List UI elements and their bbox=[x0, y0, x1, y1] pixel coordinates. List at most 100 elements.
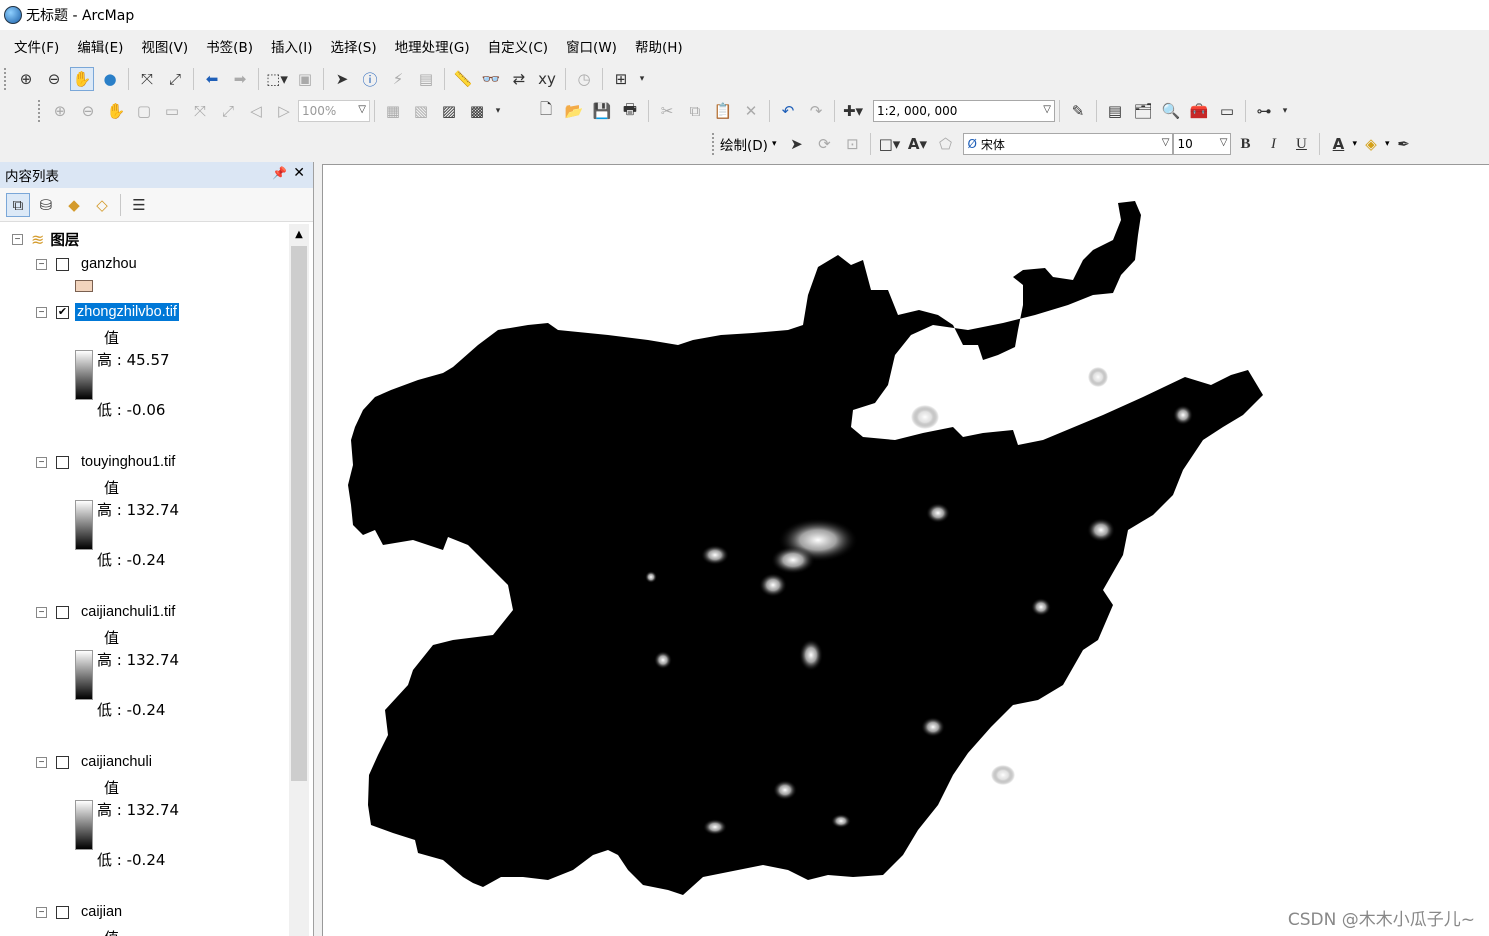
zoom-whole-page-icon[interactable]: ▢ bbox=[132, 99, 156, 123]
forward-arrow-icon[interactable]: ➡ bbox=[228, 67, 252, 91]
collapse-icon[interactable]: − bbox=[36, 456, 47, 468]
python-window-icon[interactable]: ▭ bbox=[1215, 99, 1239, 123]
layer-row-touyinghou1[interactable]: − touyinghou1.tif bbox=[36, 453, 177, 471]
find-route-icon[interactable]: ⇄ bbox=[507, 67, 531, 91]
stretch-color-ramp[interactable] bbox=[75, 500, 93, 550]
scroll-up-icon[interactable]: ▲ bbox=[289, 224, 309, 244]
redo-icon[interactable]: ↷ bbox=[804, 99, 828, 123]
chevron-down-icon[interactable]: ▾ bbox=[1385, 139, 1390, 149]
delete-x-icon[interactable]: ✕ bbox=[739, 99, 763, 123]
collapse-icon[interactable]: − bbox=[36, 606, 47, 618]
stretch-color-ramp[interactable] bbox=[75, 350, 93, 400]
menu-windows[interactable]: 窗口(W) bbox=[566, 36, 627, 56]
zoom-100-icon[interactable]: ▭ bbox=[160, 99, 184, 123]
rotate-icon[interactable]: ⟳ bbox=[812, 132, 836, 156]
layer-row-caijianchuli[interactable]: − caijianchuli bbox=[36, 753, 154, 771]
italic-button[interactable]: I bbox=[1261, 132, 1285, 156]
layer-visibility-checkbox[interactable] bbox=[56, 905, 69, 919]
magnifier-window-icon[interactable]: ⊞ bbox=[609, 67, 633, 91]
zoom-out-icon[interactable]: ⊖ bbox=[42, 67, 66, 91]
chevron-down-icon[interactable]: ▾ bbox=[772, 139, 777, 149]
chevron-down-icon[interactable]: ▾ bbox=[1352, 139, 1357, 149]
collapse-icon[interactable]: − bbox=[36, 906, 47, 918]
select-elements-arrow-icon[interactable]: ➤ bbox=[784, 132, 808, 156]
line-color-pen-icon[interactable]: ✒ bbox=[1392, 132, 1416, 156]
list-by-drawing-order-icon[interactable]: ⧉ bbox=[6, 192, 30, 217]
font-name-combo[interactable]: Ø 宋体 ▽ bbox=[963, 133, 1174, 155]
cut-scissors-icon[interactable]: ✂ bbox=[655, 99, 679, 123]
toc-options-icon[interactable]: ☰ bbox=[127, 193, 151, 217]
select-features-icon[interactable]: ⬚▾ bbox=[265, 67, 289, 91]
map-display[interactable]: CSDN @木木小瓜子儿~ bbox=[322, 164, 1489, 936]
toolbar-grip[interactable] bbox=[38, 100, 42, 122]
collapse-icon[interactable]: − bbox=[36, 306, 47, 318]
goto-xy-icon[interactable]: xy bbox=[535, 67, 559, 91]
pan-hand-icon[interactable]: ✋ bbox=[70, 67, 94, 91]
undo-icon[interactable]: ↶ bbox=[776, 99, 800, 123]
select-elements-arrow-icon[interactable]: ➤ bbox=[330, 67, 354, 91]
layout-zoom-in-icon[interactable]: ⊕ bbox=[48, 99, 72, 123]
font-size-combo[interactable]: 10 ▽ bbox=[1173, 133, 1232, 155]
copy-icon[interactable]: ⧉ bbox=[683, 99, 707, 123]
toolbar-options-chevron-icon[interactable]: ▾ bbox=[493, 99, 503, 123]
font-color-button[interactable]: A bbox=[1326, 132, 1350, 156]
full-extent-globe-icon[interactable]: ● bbox=[98, 67, 122, 91]
fixed-zoom-out-icon[interactable]: ⤢ bbox=[163, 67, 187, 91]
focus-data-frame-icon[interactable]: ▧ bbox=[409, 99, 433, 123]
layer-visibility-checkbox[interactable] bbox=[56, 455, 69, 469]
paste-icon[interactable]: 📋 bbox=[711, 99, 735, 123]
hyperlink-lightning-icon[interactable]: ⚡ bbox=[386, 67, 410, 91]
raster-map-canvas[interactable] bbox=[323, 165, 1489, 936]
layout-zoom-out-icon[interactable]: ⊖ bbox=[76, 99, 100, 123]
map-scale-combo[interactable]: 1:2, 000, 000 ▽ bbox=[873, 100, 1055, 122]
underline-button[interactable]: U bbox=[1289, 132, 1313, 156]
layout-zoom-combo[interactable]: 100% ▽ bbox=[298, 100, 370, 122]
menu-bookmarks[interactable]: 书签(B) bbox=[206, 36, 263, 56]
fixed-zoom-in-icon[interactable]: ⤧ bbox=[135, 67, 159, 91]
menu-edit[interactable]: 编辑(E) bbox=[77, 36, 133, 56]
zoom-to-selected-elements-icon[interactable]: ⊡ bbox=[840, 132, 864, 156]
polygon-symbol-swatch[interactable] bbox=[75, 280, 93, 292]
layer-row-zhongzhilvbo[interactable]: − ✔ zhongzhilvbo.tif bbox=[36, 303, 179, 321]
list-by-selection-icon[interactable]: ◇ bbox=[90, 193, 114, 217]
toolbar-grip[interactable] bbox=[712, 133, 716, 155]
previous-extent-layout-icon[interactable]: ◁ bbox=[244, 99, 268, 123]
pin-icon[interactable]: 📌 bbox=[272, 166, 287, 180]
stretch-color-ramp[interactable] bbox=[75, 650, 93, 700]
layer-row-caijianchuli1[interactable]: − caijianchuli1.tif bbox=[36, 603, 177, 621]
data-driven-pages-icon[interactable]: ▩ bbox=[465, 99, 489, 123]
toolbar-options-chevron-icon[interactable]: ▾ bbox=[1280, 99, 1290, 123]
edit-vertices-icon[interactable]: ⬠ bbox=[933, 132, 957, 156]
menu-selection[interactable]: 选择(S) bbox=[330, 36, 386, 56]
layer-name[interactable]: zhongzhilvbo.tif bbox=[75, 303, 179, 321]
layer-visibility-checkbox[interactable] bbox=[56, 755, 69, 769]
clear-selection-icon[interactable]: ▣ bbox=[293, 67, 317, 91]
time-slider-icon[interactable]: ◷ bbox=[572, 67, 596, 91]
arctoolbox-icon[interactable]: 🧰 bbox=[1187, 99, 1211, 123]
menu-insert[interactable]: 插入(I) bbox=[271, 36, 323, 56]
fixed-zoom-in-layout-icon[interactable]: ⤧ bbox=[188, 99, 212, 123]
close-icon[interactable]: ✕ bbox=[293, 165, 305, 181]
layer-row-ganzhou[interactable]: − ganzhou bbox=[36, 255, 139, 273]
menu-view[interactable]: 视图(V) bbox=[141, 36, 198, 56]
text-tool-icon[interactable]: A▾ bbox=[905, 132, 929, 156]
collapse-icon[interactable]: − bbox=[36, 756, 47, 768]
new-document-icon[interactable]: 🗋 bbox=[534, 99, 558, 123]
save-disk-icon[interactable]: 💾 bbox=[590, 99, 614, 123]
menu-file[interactable]: 文件(F) bbox=[14, 36, 69, 56]
scrollbar-thumb[interactable] bbox=[291, 246, 307, 781]
layer-name[interactable]: ganzhou bbox=[79, 255, 139, 273]
html-popup-icon[interactable]: ▤ bbox=[414, 67, 438, 91]
layer-name[interactable]: touyinghou1.tif bbox=[79, 453, 177, 471]
toc-scrollbar[interactable]: ▲ bbox=[289, 224, 309, 936]
menu-help[interactable]: 帮助(H) bbox=[635, 36, 693, 56]
modelbuilder-icon[interactable]: ⊶ bbox=[1252, 99, 1276, 123]
editor-toolbar-icon[interactable]: ✎ bbox=[1066, 99, 1090, 123]
list-by-source-icon[interactable]: ⛁ bbox=[34, 193, 58, 217]
layer-visibility-checkbox[interactable]: ✔ bbox=[56, 305, 69, 319]
change-layout-icon[interactable]: ▨ bbox=[437, 99, 461, 123]
menu-geoprocessing[interactable]: 地理处理(G) bbox=[395, 36, 480, 56]
layers-root-row[interactable]: − ≋ 图层 bbox=[12, 229, 79, 250]
collapse-icon[interactable]: − bbox=[12, 234, 23, 245]
layer-visibility-checkbox[interactable] bbox=[56, 605, 69, 619]
